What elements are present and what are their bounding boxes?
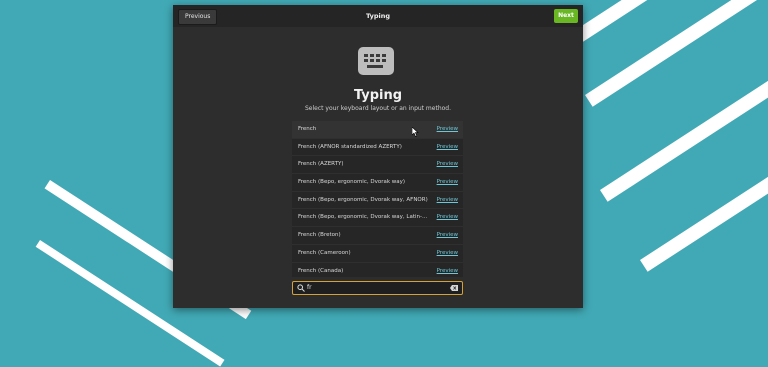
search-icon (297, 284, 305, 292)
preview-link[interactable]: Preview (437, 156, 458, 173)
preview-link[interactable]: Preview (437, 139, 458, 156)
layout-label: French (298, 126, 317, 132)
search-field[interactable]: fr (292, 281, 463, 295)
preview-link[interactable]: Preview (437, 174, 458, 191)
preview-link[interactable]: Preview (437, 192, 458, 209)
layout-row[interactable]: French (Bepo, ergonomic, Dvorak way, AFN… (292, 192, 463, 210)
clear-icon[interactable] (450, 285, 458, 291)
preview-link[interactable]: Preview (437, 121, 458, 138)
header-bar: Previous Typing Next (173, 5, 583, 27)
layout-label: French (AZERTY) (298, 161, 344, 168)
layout-row[interactable]: French (Cameroon) Preview (292, 245, 463, 263)
layout-label: French (AFNOR standardized AZERTY) (298, 143, 402, 150)
page-subtitle: Select your keyboard layout or an input … (304, 105, 452, 112)
preview-link[interactable]: Preview (437, 227, 458, 244)
layout-row[interactable]: French (AZERTY) Preview (292, 156, 463, 175)
layout-row[interactable]: French (Breton) Preview (292, 227, 463, 245)
next-button[interactable]: Next (554, 9, 578, 23)
search-input[interactable]: fr (307, 282, 312, 294)
layout-row[interactable]: French Preview (292, 121, 463, 139)
layout-label: French (Bepo, ergonomic, Dvorak way) (298, 179, 406, 186)
layout-label: French (Bepo, ergonomic, Dvorak way, Lat… (298, 214, 428, 221)
layout-row[interactable]: French (Canada) Preview (292, 263, 463, 278)
preview-link[interactable]: Preview (437, 263, 458, 278)
layout-row[interactable]: French (Bepo, ergonomic, Dvorak way, Lat… (292, 209, 463, 228)
window-title: Typing (365, 12, 391, 20)
page-heading: Typing (353, 88, 403, 103)
layout-list: French Preview French (AFNOR standardize… (292, 121, 463, 277)
preview-link[interactable]: Preview (437, 245, 458, 262)
layout-label: French (Bepo, ergonomic, Dvorak way, AFN… (298, 196, 428, 203)
mouse-pointer-icon (412, 127, 419, 137)
preview-link[interactable]: Preview (437, 209, 458, 226)
layout-row[interactable]: French (Bepo, ergonomic, Dvorak way) Pre… (292, 174, 463, 192)
layout-label: French (Cameroon) (298, 249, 351, 256)
installer-window: Previous Typing Next Typing Select your … (173, 5, 583, 308)
layout-label: French (Breton) (298, 232, 341, 239)
layout-label: French (Canada) (298, 267, 344, 274)
layout-row[interactable]: French (AFNOR standardized AZERTY) Previ… (292, 139, 463, 157)
keyboard-icon (358, 47, 394, 75)
